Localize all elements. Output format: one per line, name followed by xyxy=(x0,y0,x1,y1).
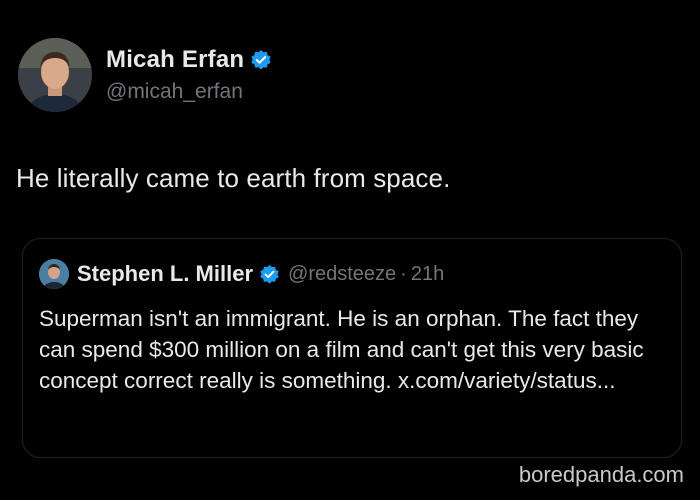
author-names: Micah Erfan @micah_erfan xyxy=(106,46,272,104)
quoted-timestamp[interactable]: 21h xyxy=(411,263,444,286)
verified-badge-icon xyxy=(250,49,272,71)
author-handle[interactable]: @micah_erfan xyxy=(106,80,272,104)
quoted-separator: · xyxy=(400,262,407,285)
quoted-tweet-text: Superman isn't an immigrant. He is an or… xyxy=(39,306,644,393)
quoted-tweet[interactable]: Stephen L. Miller @redsteeze · 21h Super… xyxy=(22,238,682,458)
tweet-card[interactable]: Micah Erfan @micah_erfan He literally ca… xyxy=(0,0,700,500)
quoted-author-display-name[interactable]: Stephen L. Miller xyxy=(77,261,253,287)
author-display-name[interactable]: Micah Erfan xyxy=(106,46,244,74)
quoted-verified-badge-icon xyxy=(259,264,280,285)
tweet-text: He literally came to earth from space. xyxy=(16,163,451,193)
display-name-row: Micah Erfan xyxy=(106,46,272,74)
author-avatar[interactable] xyxy=(18,38,92,112)
quoted-tweet-header: Stephen L. Miller @redsteeze · 21h xyxy=(39,259,444,289)
tweet-header: Micah Erfan @micah_erfan xyxy=(18,38,272,112)
quoted-author-avatar[interactable] xyxy=(39,259,69,289)
quoted-author-handle[interactable]: @redsteeze xyxy=(288,263,396,286)
watermark: boredpanda.com xyxy=(518,462,684,487)
